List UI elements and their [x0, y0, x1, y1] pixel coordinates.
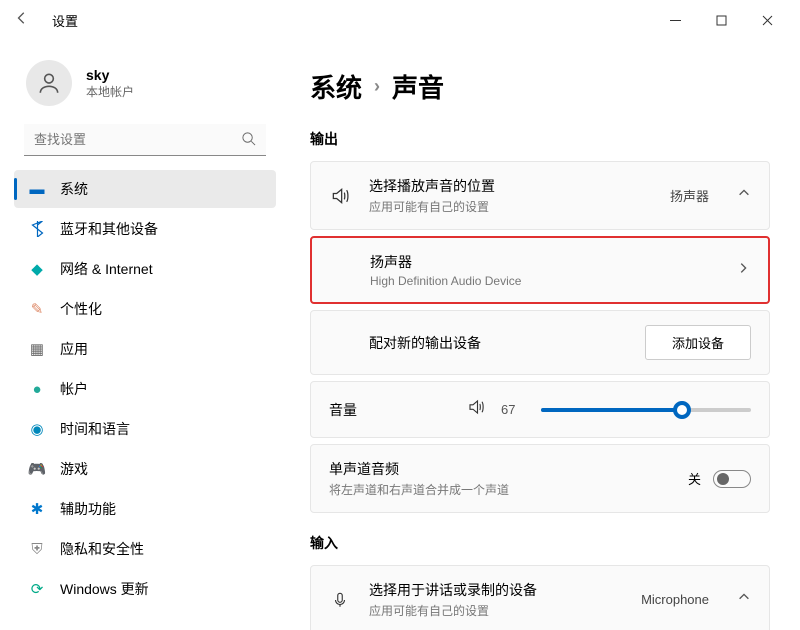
volume-card: 音量 67 [310, 381, 770, 438]
input-section-header: 输入 [310, 533, 770, 553]
person-icon: ● [28, 380, 46, 398]
output-device-card: 扬声器 High Definition Audio Device [310, 236, 770, 304]
choose-output-value: 扬声器 [670, 186, 709, 205]
avatar-icon [26, 60, 72, 106]
close-button[interactable] [744, 4, 790, 36]
pair-output-card: 配对新的输出设备 添加设备 [310, 310, 770, 375]
nav-apps[interactable]: ▦应用 [14, 330, 276, 368]
mono-audio-row: 单声道音频 将左声道和右声道合并成一个声道 关 [311, 445, 769, 512]
pair-output-label: 配对新的输出设备 [329, 333, 645, 353]
sidebar: sky 本地帐户 ▬系统 蓝牙和其他设备 ◆网络 & Internet ✎个性化… [0, 40, 290, 630]
nav-system[interactable]: ▬系统 [14, 170, 276, 208]
mono-state: 关 [688, 469, 701, 488]
search-box[interactable] [24, 124, 266, 156]
nav-personalization[interactable]: ✎个性化 [14, 290, 276, 328]
volume-slider[interactable] [541, 408, 751, 412]
user-profile[interactable]: sky 本地帐户 [8, 50, 282, 124]
nav-accessibility[interactable]: ✱辅助功能 [14, 490, 276, 528]
wifi-icon: ◆ [28, 260, 46, 278]
user-account-type: 本地帐户 [86, 83, 134, 100]
nav-network[interactable]: ◆网络 & Internet [14, 250, 276, 288]
update-icon: ⟳ [28, 580, 46, 598]
choose-output-row[interactable]: 选择播放声音的位置 应用可能有自己的设置 扬声器 [311, 162, 769, 229]
nav-time-language[interactable]: ◉时间和语言 [14, 410, 276, 448]
brush-icon: ✎ [28, 300, 46, 318]
mono-toggle[interactable] [713, 470, 751, 488]
accessibility-icon: ✱ [28, 500, 46, 518]
nav-windows-update[interactable]: ⟳Windows 更新 [14, 570, 276, 608]
nav-bluetooth[interactable]: 蓝牙和其他设备 [14, 210, 276, 248]
microphone-icon [329, 591, 351, 609]
breadcrumb-current: 声音 [392, 68, 444, 105]
apps-icon: ▦ [28, 340, 46, 358]
breadcrumb[interactable]: 系统 › 声音 [310, 50, 770, 119]
add-device-button[interactable]: 添加设备 [645, 325, 751, 360]
chevron-right-icon [736, 261, 750, 280]
user-name: sky [86, 67, 134, 83]
minimize-button[interactable] [652, 4, 698, 36]
nav-list: ▬系统 蓝牙和其他设备 ◆网络 & Internet ✎个性化 ▦应用 ●帐户 … [8, 170, 282, 608]
search-icon [241, 131, 256, 151]
output-device-sub: High Definition Audio Device [370, 274, 718, 288]
output-choose-card: 选择播放声音的位置 应用可能有自己的设置 扬声器 [310, 161, 770, 230]
globe-icon: ◉ [28, 420, 46, 438]
search-input[interactable] [24, 124, 266, 156]
output-device-title: 扬声器 [370, 252, 718, 272]
choose-input-title: 选择用于讲话或录制的设备 [369, 580, 623, 600]
volume-icon[interactable] [467, 398, 485, 421]
mono-title: 单声道音频 [329, 459, 688, 479]
output-section-header: 输出 [310, 129, 770, 149]
output-device-row[interactable]: 扬声器 High Definition Audio Device [312, 238, 768, 302]
bluetooth-icon [28, 220, 46, 238]
mono-audio-card: 单声道音频 将左声道和右声道合并成一个声道 关 [310, 444, 770, 513]
choose-input-value: Microphone [641, 592, 709, 607]
chevron-up-icon [737, 186, 751, 205]
volume-value: 67 [501, 402, 525, 417]
window-title: 设置 [52, 11, 78, 30]
back-button[interactable] [10, 11, 34, 30]
breadcrumb-parent[interactable]: 系统 [310, 68, 362, 105]
nav-privacy[interactable]: ⛨隐私和安全性 [14, 530, 276, 568]
chevron-up-icon [737, 590, 751, 609]
gamepad-icon: 🎮 [28, 460, 46, 478]
titlebar: 设置 [0, 0, 800, 40]
choose-input-row[interactable]: 选择用于讲话或录制的设备 应用可能有自己的设置 Microphone [311, 566, 769, 630]
volume-label: 音量 [329, 400, 369, 420]
main-content: 系统 › 声音 输出 选择播放声音的位置 应用可能有自己的设置 扬声器 [290, 40, 800, 630]
choose-input-sub: 应用可能有自己的设置 [369, 602, 623, 619]
maximize-button[interactable] [698, 4, 744, 36]
input-choose-card: 选择用于讲话或录制的设备 应用可能有自己的设置 Microphone [310, 565, 770, 630]
nav-accounts[interactable]: ●帐户 [14, 370, 276, 408]
chevron-right-icon: › [374, 76, 380, 97]
speaker-icon [329, 186, 351, 206]
display-icon: ▬ [28, 180, 46, 198]
choose-output-title: 选择播放声音的位置 [369, 176, 652, 196]
nav-gaming[interactable]: 🎮游戏 [14, 450, 276, 488]
choose-output-sub: 应用可能有自己的设置 [369, 198, 652, 215]
mono-sub: 将左声道和右声道合并成一个声道 [329, 481, 688, 498]
shield-icon: ⛨ [28, 540, 46, 558]
